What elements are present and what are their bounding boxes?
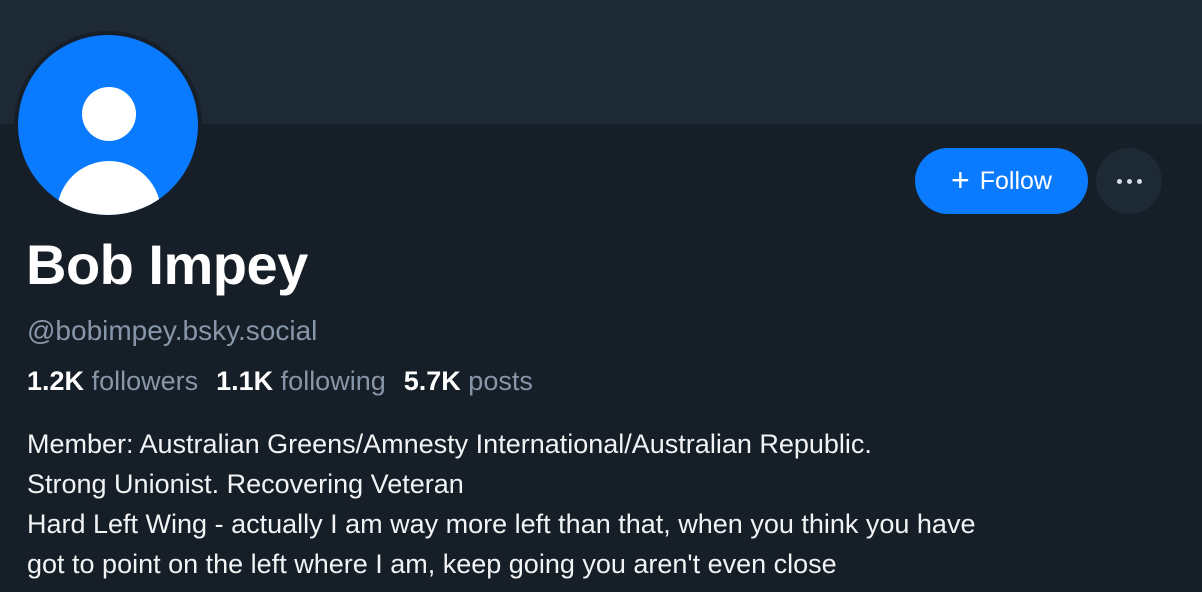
display-name: Bob Impey [26, 233, 308, 296]
ellipsis-icon [1116, 178, 1122, 184]
ellipsis-icon [1126, 178, 1132, 184]
bio-line: Strong Unionist. Recovering Veteran [27, 469, 464, 499]
bio-line: Hard Left Wing - actually I am way more … [27, 509, 976, 539]
plus-icon: + [951, 161, 970, 198]
bio-line: got to point on the left where I am, kee… [27, 549, 837, 579]
follow-button-label: Follow [979, 166, 1052, 195]
profile-stats: 1.2K followers 1.1K following 5.7K posts [27, 366, 533, 397]
followers-stat[interactable]: 1.2K followers [27, 366, 198, 397]
more-options-button[interactable] [1096, 148, 1162, 214]
following-stat[interactable]: 1.1K following [216, 366, 386, 397]
following-label: following [280, 366, 386, 396]
following-count: 1.1K [216, 366, 274, 396]
posts-label: posts [468, 366, 533, 396]
posts-stat: 5.7K posts [404, 366, 533, 397]
follow-button[interactable]: + Follow [915, 148, 1088, 214]
profile-handle: @bobimpey.bsky.social [27, 315, 318, 346]
posts-count: 5.7K [403, 366, 461, 396]
profile-bio: Member: Australian Greens/Amnesty Intern… [27, 424, 1187, 584]
avatar-head-shape [82, 87, 136, 141]
ellipsis-icon [1136, 178, 1142, 184]
followers-count: 1.2K [27, 366, 85, 396]
bio-line: Member: Australian Greens/Amnesty Intern… [27, 429, 872, 459]
avatar-body-shape [57, 161, 161, 215]
avatar[interactable] [14, 31, 202, 219]
followers-label: followers [91, 366, 199, 396]
default-user-avatar-icon [18, 35, 198, 215]
